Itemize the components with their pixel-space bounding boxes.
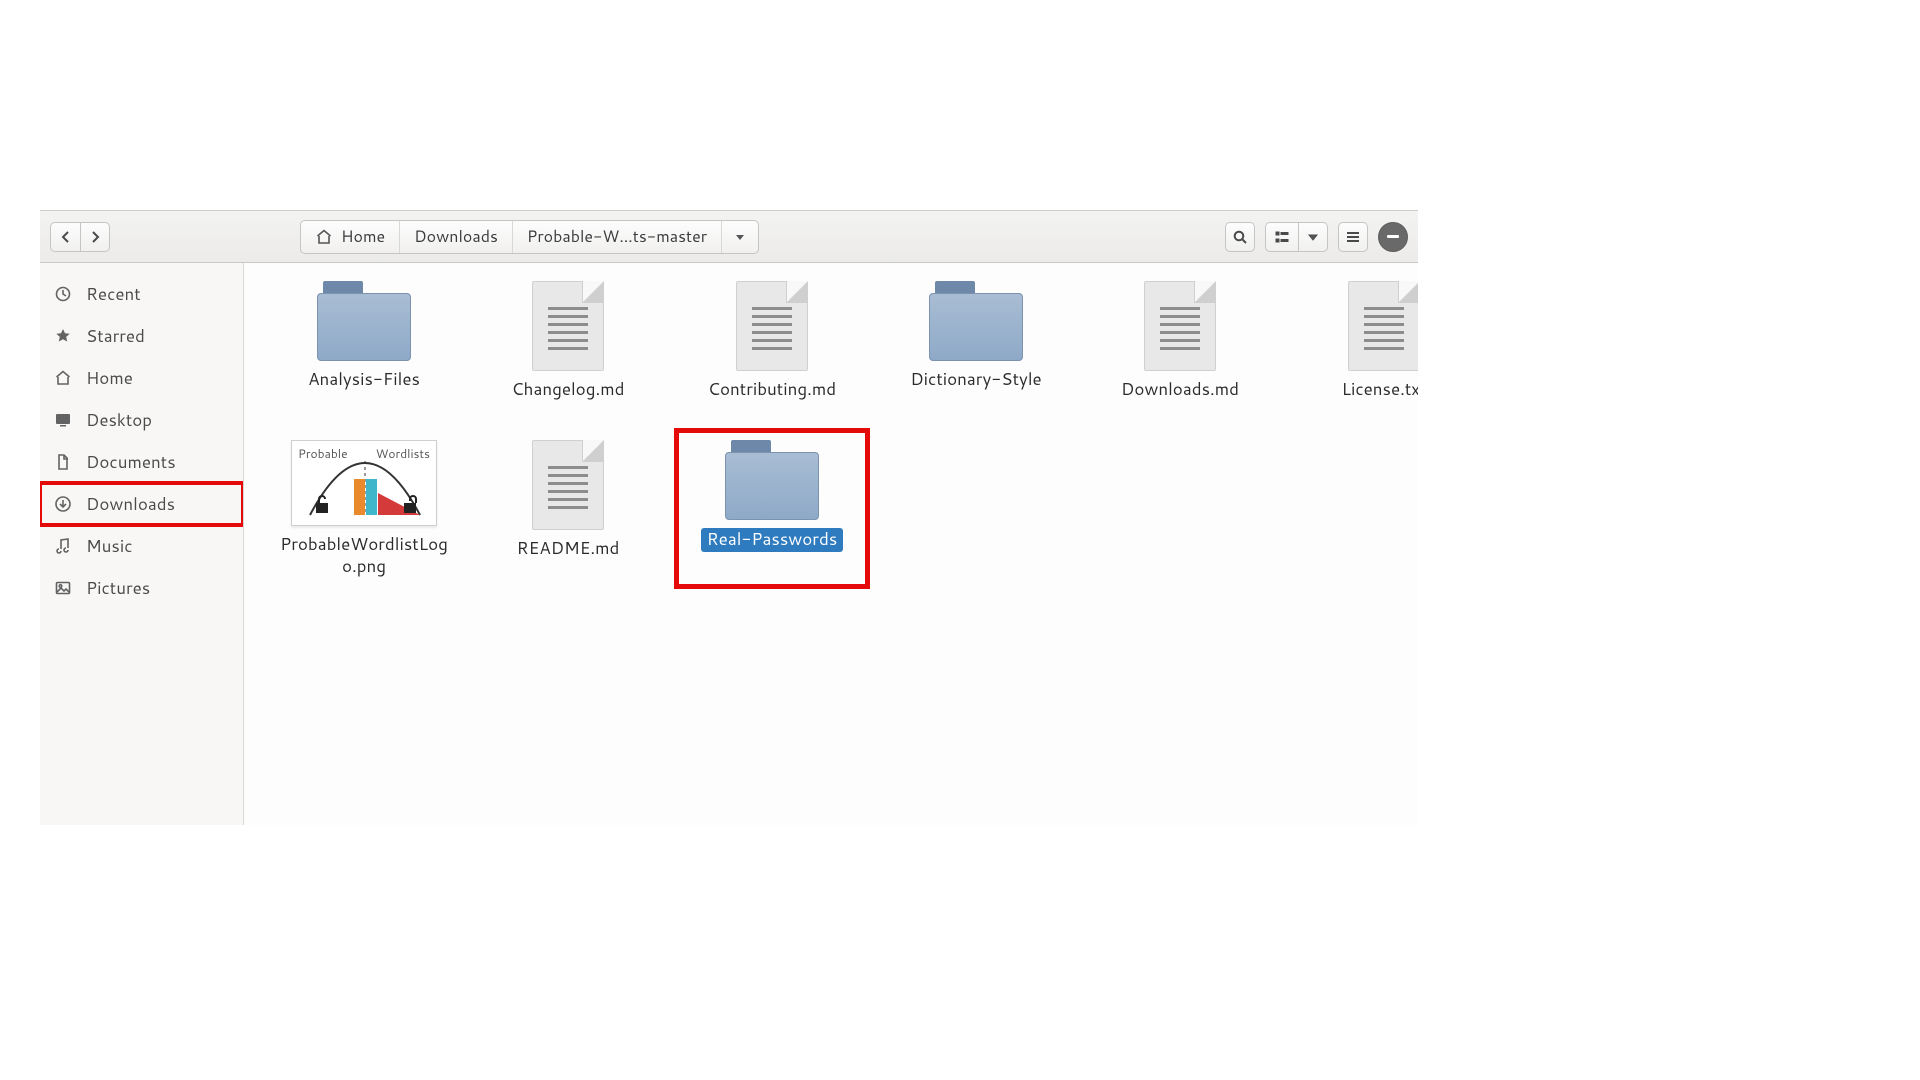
path-segment-downloads[interactable]: Downloads bbox=[399, 221, 512, 253]
hamburger-menu-button[interactable] bbox=[1338, 222, 1368, 252]
file-item[interactable]: README.md bbox=[478, 440, 658, 577]
sidebar-item-desktop[interactable]: Desktop bbox=[40, 399, 243, 441]
path-dropdown-button[interactable] bbox=[721, 221, 758, 253]
file-grid[interactable]: Analysis-Files Changelog.md Contributing… bbox=[244, 263, 1418, 825]
item-label: Real-Passwords bbox=[701, 528, 844, 551]
item-label: README.md bbox=[517, 538, 620, 559]
file-item[interactable]: Downloads.md bbox=[1090, 281, 1270, 400]
desktop-icon bbox=[54, 411, 72, 429]
view-options-button[interactable] bbox=[1298, 222, 1328, 252]
path-segment-label: Downloads bbox=[414, 225, 498, 248]
path-segment-current[interactable]: Probable-W…ts-master bbox=[512, 221, 721, 253]
document-icon bbox=[54, 453, 72, 471]
home-icon bbox=[315, 228, 333, 246]
folder-item[interactable]: Dictionary-Style bbox=[886, 281, 1066, 400]
search-icon bbox=[1232, 229, 1248, 245]
clock-icon bbox=[54, 285, 72, 303]
sidebar-item-pictures[interactable]: Pictures bbox=[40, 567, 243, 609]
sidebar-item-label: Documents bbox=[86, 450, 176, 474]
star-icon bbox=[54, 327, 72, 345]
view-mode-button[interactable] bbox=[1265, 222, 1298, 252]
caret-down-icon bbox=[1305, 229, 1321, 245]
text-file-icon bbox=[532, 440, 604, 530]
image-item[interactable]: Probable Wordlists Pr bbox=[274, 440, 454, 577]
minimize-icon bbox=[1387, 235, 1399, 238]
nav-buttons bbox=[50, 222, 110, 252]
item-label: Dictionary-Style bbox=[910, 369, 1041, 390]
sidebar-item-home[interactable]: Home bbox=[40, 357, 243, 399]
file-item[interactable]: License.txt bbox=[1294, 281, 1418, 400]
image-thumbnail: Probable Wordlists bbox=[291, 440, 437, 526]
folder-icon bbox=[929, 281, 1023, 361]
item-label: Contributing.md bbox=[708, 379, 836, 400]
sidebar-item-label: Music bbox=[86, 534, 133, 558]
sidebar-item-documents[interactable]: Documents bbox=[40, 441, 243, 483]
sidebar-item-label: Pictures bbox=[86, 576, 150, 600]
folder-icon bbox=[725, 440, 819, 520]
text-file-icon bbox=[532, 281, 604, 371]
download-icon bbox=[54, 495, 72, 513]
folder-item-selected[interactable]: Real-Passwords bbox=[682, 440, 862, 577]
path-bar: Home Downloads Probable-W…ts-master bbox=[300, 220, 759, 254]
chevron-right-icon bbox=[87, 229, 103, 245]
hamburger-icon bbox=[1345, 229, 1361, 245]
text-file-icon bbox=[1348, 281, 1418, 371]
caret-down-icon bbox=[732, 229, 748, 245]
sidebar: Recent Starred Home Desktop bbox=[40, 263, 244, 825]
file-manager-window: Home Downloads Probable-W…ts-master bbox=[40, 210, 1418, 825]
item-label: Changelog.md bbox=[512, 379, 625, 400]
sidebar-item-starred[interactable]: Starred bbox=[40, 315, 243, 357]
folder-item[interactable]: Analysis-Files bbox=[274, 281, 454, 400]
sidebar-item-downloads[interactable]: Downloads bbox=[40, 483, 243, 525]
path-segment-home[interactable]: Home bbox=[301, 221, 399, 253]
home-icon bbox=[54, 369, 72, 387]
item-label: Downloads.md bbox=[1121, 379, 1239, 400]
sidebar-item-label: Recent bbox=[86, 282, 141, 306]
back-button[interactable] bbox=[50, 222, 80, 252]
music-icon bbox=[54, 537, 72, 555]
chevron-left-icon bbox=[58, 229, 74, 245]
file-item[interactable]: Contributing.md bbox=[682, 281, 862, 400]
search-button[interactable] bbox=[1225, 222, 1255, 252]
minimize-button[interactable] bbox=[1378, 222, 1408, 252]
path-segment-label: Home bbox=[341, 225, 385, 248]
sidebar-item-label: Downloads bbox=[86, 492, 175, 516]
body: Recent Starred Home Desktop bbox=[40, 263, 1418, 825]
path-segment-label: Probable-W…ts-master bbox=[527, 225, 707, 248]
file-item[interactable]: Changelog.md bbox=[478, 281, 658, 400]
sidebar-item-label: Home bbox=[86, 366, 133, 390]
text-file-icon bbox=[1144, 281, 1216, 371]
sidebar-item-label: Starred bbox=[86, 324, 145, 348]
sidebar-item-recent[interactable]: Recent bbox=[40, 273, 243, 315]
item-label: Analysis-Files bbox=[308, 369, 420, 390]
text-file-icon bbox=[736, 281, 808, 371]
folder-icon bbox=[317, 281, 411, 361]
item-label: ProbableWordlistLogo.png bbox=[279, 534, 449, 577]
pictures-icon bbox=[54, 579, 72, 597]
view-buttons bbox=[1265, 222, 1328, 252]
forward-button[interactable] bbox=[80, 222, 110, 252]
list-view-icon bbox=[1274, 229, 1290, 245]
sidebar-item-label: Desktop bbox=[86, 408, 152, 432]
item-label: License.txt bbox=[1342, 379, 1418, 400]
toolbar: Home Downloads Probable-W…ts-master bbox=[40, 211, 1418, 263]
sidebar-item-music[interactable]: Music bbox=[40, 525, 243, 567]
